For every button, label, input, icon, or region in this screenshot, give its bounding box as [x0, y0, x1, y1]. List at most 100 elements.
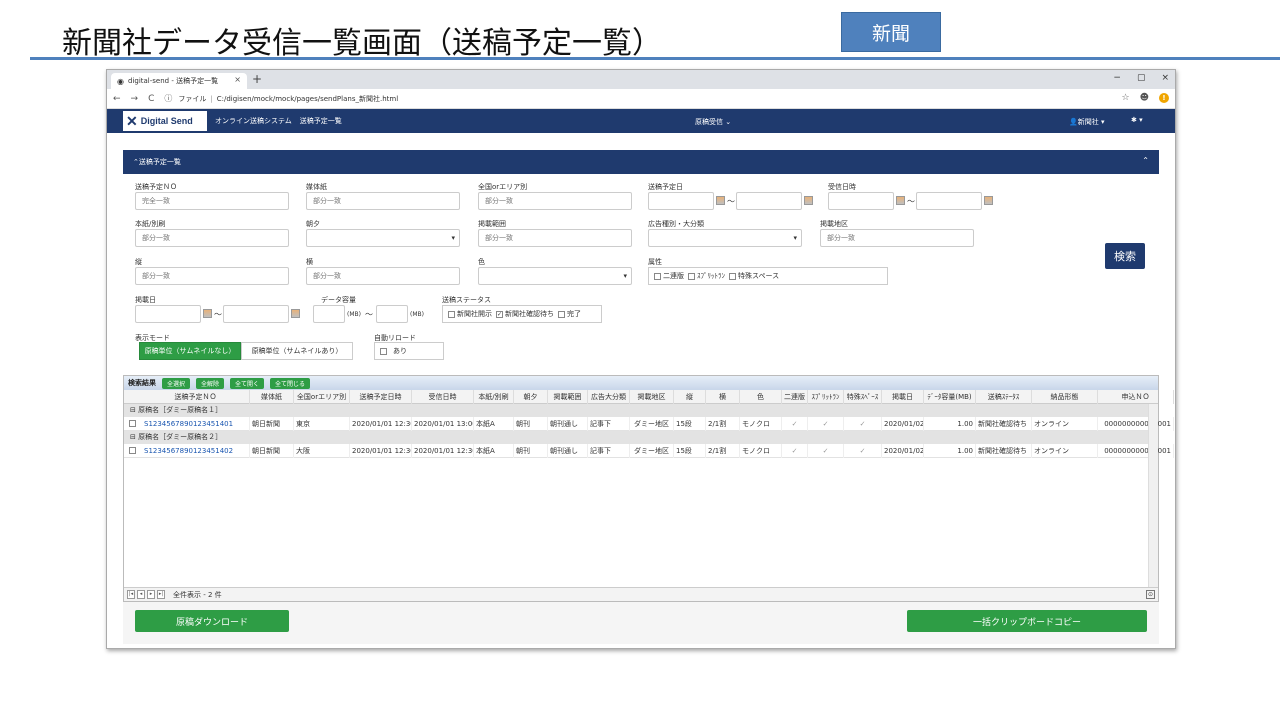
data-size-from[interactable]: [313, 305, 345, 323]
group-row[interactable]: ⊟ 原稿名［ダミー原稿名２］: [124, 431, 1148, 444]
column-header[interactable]: 納品形態: [1032, 390, 1098, 404]
column-header[interactable]: 申込ＮＯ: [1098, 390, 1174, 404]
plan-date-from[interactable]: [648, 192, 714, 210]
checkbox-checked[interactable]: ✓: [496, 310, 503, 318]
column-header[interactable]: 掲載地区: [630, 390, 674, 404]
checkbox[interactable]: [380, 347, 387, 355]
calendar-icon[interactable]: [804, 196, 813, 205]
morning-evening-select[interactable]: ▾: [306, 229, 460, 247]
column-header[interactable]: 色: [740, 390, 782, 404]
column-header[interactable]: ｽﾌﾟﾘｯﾄﾗﾝ: [808, 390, 844, 404]
column-header[interactable]: 二連版: [782, 390, 808, 404]
checkbox[interactable]: [448, 310, 455, 318]
column-header[interactable]: 全国orエリア別: [294, 390, 350, 404]
calendar-icon[interactable]: [291, 309, 300, 318]
column-header[interactable]: 受信日時: [412, 390, 474, 404]
browser-tab[interactable]: ◉ digital-send - 送稿予定一覧 ×: [111, 73, 247, 89]
column-header[interactable]: 広告大分類: [588, 390, 630, 404]
checkbox[interactable]: [729, 272, 736, 280]
column-header[interactable]: 横: [706, 390, 740, 404]
vertical-scrollbar[interactable]: [1148, 404, 1158, 588]
group-row[interactable]: ⊟ 原稿名［ダミー原稿名１］: [124, 404, 1148, 417]
recv-date-to[interactable]: [916, 192, 982, 210]
width-input[interactable]: [306, 267, 460, 285]
collapse-all-button[interactable]: 全て閉じる: [270, 377, 311, 389]
last-page-icon[interactable]: ▸|: [157, 590, 165, 599]
column-header[interactable]: ﾃﾞｰﾀ容量(MB): [924, 390, 976, 404]
ad-category-select[interactable]: ▾: [648, 229, 802, 247]
status-option-waiting[interactable]: ✓ 新聞社確認待ち: [496, 309, 554, 319]
column-header[interactable]: 掲載範囲: [548, 390, 588, 404]
star-icon[interactable]: ☆: [1122, 93, 1130, 103]
column-header[interactable]: 媒体紙: [250, 390, 294, 404]
auto-reload-option[interactable]: あり: [374, 342, 444, 360]
back-icon[interactable]: ←: [113, 94, 121, 104]
column-header[interactable]: 掲載日: [882, 390, 924, 404]
logo[interactable]: ✕ Digital Send: [123, 111, 207, 131]
download-button[interactable]: 原稿ダウンロード: [135, 610, 289, 632]
reload-icon[interactable]: C: [148, 94, 154, 104]
calendar-icon[interactable]: [984, 196, 993, 205]
plan-no-link[interactable]: S1234567890123451402: [142, 444, 250, 458]
row-checkbox[interactable]: [129, 420, 136, 427]
row-checkbox[interactable]: [129, 447, 136, 454]
status-option-done[interactable]: 完了: [558, 309, 581, 319]
plan-no-link[interactable]: S1234567890123451401: [142, 417, 250, 431]
first-page-icon[interactable]: |◂: [127, 590, 135, 599]
recv-date-from[interactable]: [828, 192, 894, 210]
clipboard-copy-button[interactable]: 一括クリップボードコピー: [907, 610, 1147, 632]
pub-date-from[interactable]: [135, 305, 201, 323]
checkbox[interactable]: [688, 272, 695, 280]
tab-close-icon[interactable]: ×: [234, 75, 241, 84]
new-tab-button[interactable]: +: [252, 72, 262, 86]
media-input[interactable]: [306, 192, 460, 210]
prev-page-icon[interactable]: ◂: [137, 590, 145, 599]
range-input[interactable]: [478, 229, 632, 247]
status-option-disclosed[interactable]: 新聞社開示: [448, 309, 492, 319]
update-icon[interactable]: !: [1159, 93, 1169, 103]
plan-no-input[interactable]: [135, 192, 289, 210]
pub-date-to[interactable]: [223, 305, 289, 323]
search-button[interactable]: 検索: [1105, 243, 1145, 269]
column-header[interactable]: 縦: [674, 390, 706, 404]
plan-date-to[interactable]: [736, 192, 802, 210]
attr-option-split[interactable]: ｽﾌﾟﾘｯﾄﾗﾝ: [688, 271, 725, 281]
export-icon[interactable]: ⊙: [1146, 590, 1155, 599]
url-field[interactable]: ファイル | C:/digisen/mock/mock/pages/sendPlan…: [178, 94, 398, 104]
data-size-to[interactable]: [376, 305, 408, 323]
panel-header[interactable]: ⌃ 送稿予定一覧 ⌃: [123, 150, 1159, 174]
attr-option-special[interactable]: 特殊スペース: [729, 271, 779, 281]
display-mode-thumb[interactable]: 原稿単位（サムネイルあり）: [241, 342, 353, 360]
column-header[interactable]: 送稿予定日時: [350, 390, 412, 404]
account-icon[interactable]: ☻: [1140, 93, 1149, 103]
column-header[interactable]: 特殊ｽﾍﾟｰｽ: [844, 390, 882, 404]
calendar-icon[interactable]: [716, 196, 725, 205]
table-row[interactable]: S1234567890123451402 朝日新聞 大阪 2020/01/01 12:…: [124, 444, 1174, 458]
column-header[interactable]: 送稿ｽﾃｰﾀｽ: [976, 390, 1032, 404]
checkbox[interactable]: [558, 310, 565, 318]
info-icon[interactable]: ⓘ: [164, 93, 172, 104]
attr-option-double[interactable]: 二連版: [654, 271, 684, 281]
select-all-button[interactable]: 全選択: [162, 377, 191, 389]
column-header[interactable]: 朝夕: [514, 390, 548, 404]
calendar-icon[interactable]: [896, 196, 905, 205]
user-menu[interactable]: 👤新聞社 ▾: [1069, 117, 1104, 127]
expand-all-button[interactable]: 全て開く: [230, 377, 265, 389]
next-page-icon[interactable]: ▸: [147, 590, 155, 599]
recv-menu[interactable]: 原稿受信 ⌄: [695, 117, 731, 127]
settings-menu[interactable]: ✱ ▾: [1131, 116, 1143, 124]
collapse-icon[interactable]: ⊟: [130, 433, 138, 441]
minimize-button[interactable]: −: [1113, 73, 1121, 83]
table-row[interactable]: S1234567890123451401 朝日新聞 東京 2020/01/01 12:…: [124, 417, 1174, 431]
close-window-button[interactable]: ×: [1161, 73, 1169, 83]
column-header[interactable]: 本紙/別刷: [474, 390, 514, 404]
maximize-button[interactable]: ▢: [1137, 73, 1146, 83]
display-mode-no-thumb[interactable]: 原稿単位（サムネイルなし）: [139, 342, 241, 360]
collapse-icon[interactable]: ⊟: [130, 406, 138, 414]
region-input[interactable]: [820, 229, 974, 247]
panel-collapse-icon[interactable]: ⌃: [1142, 156, 1149, 165]
height-input[interactable]: [135, 267, 289, 285]
edition-input[interactable]: [135, 229, 289, 247]
column-header[interactable]: 送稿予定ＮＯ: [142, 390, 250, 404]
checkbox[interactable]: [654, 272, 661, 280]
